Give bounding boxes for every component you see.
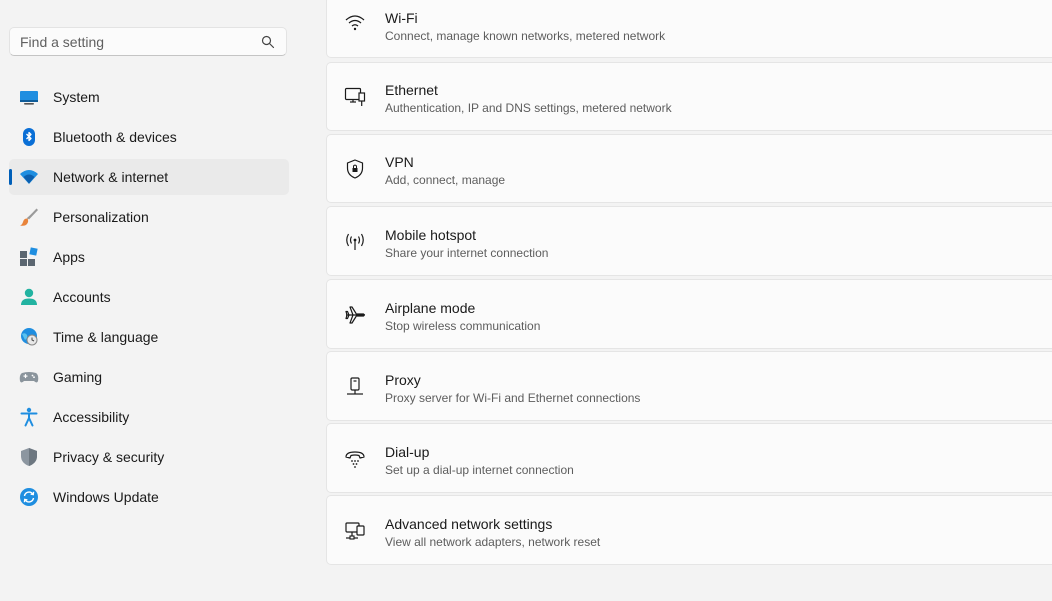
sidebar-item-label: Windows Update	[53, 489, 159, 505]
card-description: Set up a dial-up internet connection	[385, 463, 574, 477]
search-input[interactable]	[10, 28, 250, 55]
sidebar-item-privacy-security[interactable]: Privacy & security	[9, 439, 289, 475]
update-icon	[19, 487, 39, 507]
brush-icon	[19, 207, 39, 227]
advanced-network-settings-card[interactable]: Advanced network settings View all netwo…	[326, 495, 1052, 565]
sidebar-item-label: Accounts	[53, 289, 111, 305]
sidebar-item-network-internet[interactable]: Network & internet	[9, 159, 289, 195]
ethernet-card[interactable]: Ethernet Authentication, IP and DNS sett…	[326, 62, 1052, 131]
sidebar-item-apps[interactable]: Apps	[9, 239, 289, 275]
wifi-icon	[344, 12, 366, 34]
vpn-card[interactable]: VPN Add, connect, manage	[326, 134, 1052, 203]
card-title: Dial-up	[385, 444, 430, 460]
sidebar-item-gaming[interactable]: Gaming	[9, 359, 289, 395]
card-title: Airplane mode	[385, 300, 476, 316]
account-icon	[19, 287, 39, 307]
navigation-pane: System Bluetooth & devices Network & int…	[0, 0, 300, 601]
dialup-card[interactable]: Dial-up Set up a dial-up internet connec…	[326, 423, 1052, 493]
wifi-card[interactable]: Wi-Fi Connect, manage known networks, me…	[326, 0, 1052, 58]
sidebar-item-label: Personalization	[53, 209, 149, 225]
search-box[interactable]	[9, 27, 287, 56]
advanced-network-icon	[344, 520, 366, 542]
airplane-icon	[344, 304, 366, 326]
card-description: Connect, manage known networks, metered …	[385, 29, 666, 43]
bluetooth-icon	[19, 127, 39, 147]
ethernet-icon	[344, 86, 366, 108]
sidebar-item-personalization[interactable]: Personalization	[9, 199, 289, 235]
sidebar-item-label: Gaming	[53, 369, 103, 385]
sidebar-item-time-language[interactable]: Time & language	[9, 319, 289, 355]
sidebar-item-label: System	[53, 89, 100, 105]
sidebar-item-accounts[interactable]: Accounts	[9, 279, 289, 315]
proxy-card[interactable]: Proxy Proxy server for Wi-Fi and Etherne…	[326, 351, 1052, 421]
hotspot-icon	[344, 231, 366, 253]
card-title: Mobile hotspot	[385, 227, 477, 243]
proxy-icon	[344, 376, 366, 398]
network-icon	[19, 167, 39, 187]
sidebar-item-bluetooth-devices[interactable]: Bluetooth & devices	[9, 119, 289, 155]
card-description: Proxy server for Wi-Fi and Ethernet conn…	[385, 391, 641, 405]
card-description: Authentication, IP and DNS settings, met…	[385, 101, 672, 115]
card-description: Stop wireless communication	[385, 319, 541, 333]
sidebar-item-windows-update[interactable]: Windows Update	[9, 479, 289, 515]
sidebar-item-label: Privacy & security	[53, 449, 165, 465]
sidebar-item-label: Apps	[53, 249, 85, 265]
gamepad-icon	[19, 367, 39, 387]
apps-icon	[19, 247, 39, 267]
sidebar-item-label: Time & language	[53, 329, 159, 345]
sidebar-item-label: Accessibility	[53, 409, 130, 425]
globe-clock-icon	[19, 327, 39, 347]
card-title: Wi-Fi	[385, 10, 418, 26]
sidebar-item-label: Network & internet	[53, 169, 169, 185]
sidebar-item-label: Bluetooth & devices	[53, 129, 177, 145]
card-title: VPN	[385, 154, 414, 170]
sidebar-item-accessibility[interactable]: Accessibility	[9, 399, 289, 435]
mobile-hotspot-card[interactable]: Mobile hotspot Share your internet conne…	[326, 206, 1052, 276]
network-settings-list: Wi-Fi Connect, manage known networks, me…	[326, 0, 1052, 601]
card-description: Share your internet connection	[385, 246, 549, 260]
sidebar-nav: System Bluetooth & devices Network & int…	[9, 79, 289, 519]
card-description: View all network adapters, network reset	[385, 535, 601, 549]
airplane-mode-card[interactable]: Airplane mode Stop wireless communicatio…	[326, 279, 1052, 349]
vpn-shield-icon	[344, 158, 366, 180]
shield-icon	[19, 447, 39, 467]
dialup-icon	[344, 448, 366, 470]
system-icon	[19, 87, 39, 107]
accessibility-icon	[19, 407, 39, 427]
card-title: Ethernet	[385, 82, 438, 98]
card-title: Advanced network settings	[385, 516, 553, 532]
card-title: Proxy	[385, 372, 421, 388]
search-icon[interactable]	[261, 35, 275, 49]
sidebar-item-system[interactable]: System	[9, 79, 289, 115]
card-description: Add, connect, manage	[385, 173, 506, 187]
